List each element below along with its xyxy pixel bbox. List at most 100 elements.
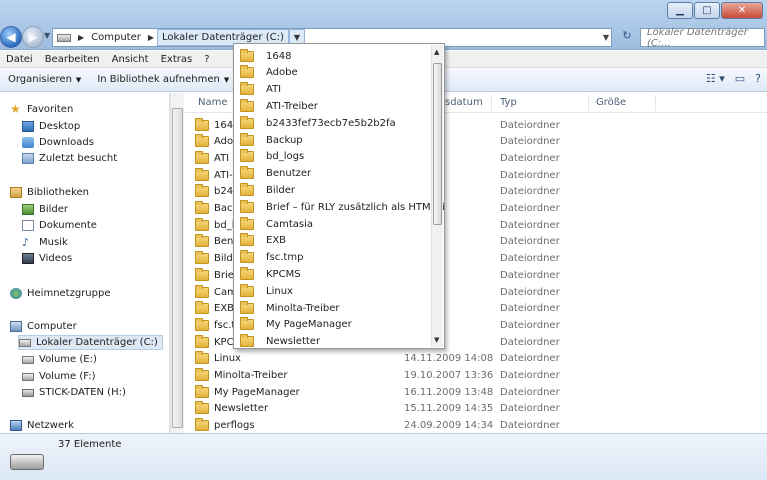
table-row[interactable]: Newsletter 15.11.2009 14:35 Dateiordner (195, 401, 760, 417)
address-history-dropdown-icon[interactable]: ▼ (603, 33, 609, 42)
file-date: 24.09.2009 14:34 (404, 420, 494, 432)
dropdown-item[interactable]: Linux (240, 283, 293, 299)
maximize-button[interactable]: □ (694, 2, 720, 19)
folder-icon (195, 184, 209, 198)
folder-icon (195, 201, 209, 214)
file-type: Dateiordner (500, 386, 560, 398)
forward-button[interactable]: ▶ (22, 26, 44, 48)
nav-scrollbar-thumb[interactable] (172, 108, 183, 428)
nav-drive-e[interactable]: Volume (E:) (22, 352, 97, 367)
dropdown-item[interactable]: ATI-Treiber (240, 98, 318, 114)
close-button[interactable]: ✕ (721, 2, 763, 19)
nav-desktop[interactable]: Desktop (22, 119, 80, 134)
dropdown-item[interactable]: Benutzer (240, 166, 311, 182)
dropdown-item[interactable]: 1648 (240, 48, 291, 64)
dropdown-item[interactable]: Minolta-Treiber (240, 300, 339, 316)
nav-drive-f[interactable]: Volume (F:) (22, 369, 96, 384)
menu-file[interactable]: Datei (0, 54, 39, 65)
breadcrumb-arrow-icon[interactable]: ▶ (145, 33, 157, 42)
details-pane: 37 Elemente (0, 433, 767, 480)
dropdown-scrollbar[interactable]: ▲ ▼ (431, 45, 443, 347)
removable-drive-icon (22, 388, 34, 397)
column-size[interactable]: Größe (596, 97, 626, 108)
recent-pages-dropdown[interactable]: ▼ (44, 31, 50, 40)
nav-scrollbar[interactable] (170, 93, 184, 433)
nav-network-label: Netzwerk (27, 420, 75, 431)
dropdown-scrollbar-thumb[interactable] (433, 63, 442, 225)
videos-icon (22, 253, 34, 264)
dropdown-item[interactable]: Bilder (240, 182, 295, 198)
dropdown-item[interactable]: fsc.tmp (240, 250, 303, 266)
folder-icon (240, 216, 254, 230)
nav-libraries[interactable]: Bibliotheken (10, 185, 89, 200)
nav-recent[interactable]: Zuletzt besucht (22, 151, 117, 166)
dropdown-item[interactable]: EXB (240, 233, 286, 249)
dropdown-item[interactable]: Adobe (240, 65, 298, 81)
table-row[interactable]: perflogs 24.09.2009 14:34 Dateiordner (195, 418, 760, 434)
nav-favorites[interactable]: ★ Favoriten (10, 102, 73, 117)
nav-pictures[interactable]: Bilder (22, 202, 68, 217)
menu-help[interactable]: ? (198, 54, 215, 65)
scroll-up-icon[interactable]: ▲ (434, 48, 439, 56)
dropdown-item[interactable]: Backup (240, 132, 303, 148)
organize-button[interactable]: Organisieren ▼ (0, 74, 89, 85)
nav-homegroup[interactable]: Heimnetzgruppe (10, 286, 111, 301)
desktop-icon (22, 121, 34, 132)
folder-icon (195, 418, 209, 432)
dropdown-item[interactable]: Newsletter (240, 334, 320, 348)
dropdown-item-label: EXB (266, 235, 287, 247)
minimize-button[interactable]: ▁ (667, 2, 693, 19)
breadcrumb-computer[interactable]: Computer (87, 29, 145, 46)
dropdown-item[interactable]: b2433fef73ecb7e5b2b2fa (240, 115, 396, 131)
dropdown-item[interactable]: bd_logs (240, 149, 304, 165)
nav-drive-c-label: Lokaler Datenträger (C:) (36, 337, 158, 348)
file-type: Dateiordner (500, 186, 560, 198)
help-icon[interactable]: ? (755, 72, 761, 85)
include-library-button[interactable]: In Bibliothek aufnehmen ▼ (89, 74, 237, 85)
column-date[interactable]: sdatum (445, 97, 483, 108)
dropdown-item-label: Bilder (266, 184, 296, 196)
table-row[interactable]: Minolta-Treiber 19.10.2007 13:36 Dateiordn… (195, 368, 760, 384)
menu-tools[interactable]: Extras (155, 54, 199, 65)
nav-documents[interactable]: Dokumente (22, 218, 97, 233)
nav-drive-f-label: Volume (F:) (39, 371, 96, 382)
homegroup-icon (10, 288, 22, 299)
nav-drive-h[interactable]: STICK-DATEN (H:) (22, 385, 126, 400)
dropdown-item[interactable]: Brief – für RLY zusätzlich als HTML lie.… (240, 199, 444, 215)
nav-downloads-label: Downloads (39, 137, 94, 148)
nav-downloads[interactable]: Downloads (22, 135, 94, 150)
folder-icon (195, 251, 209, 265)
dropdown-item[interactable]: My PageManager (240, 317, 352, 333)
nav-drive-c[interactable]: Lokaler Datenträger (C:) (18, 335, 163, 350)
preview-pane-icon[interactable]: ▭ (735, 72, 745, 85)
scroll-down-icon[interactable]: ▼ (434, 336, 439, 344)
search-input[interactable]: Lokaler Datenträger (C:... (640, 27, 765, 49)
column-name[interactable]: Name (198, 97, 228, 108)
folder-icon (240, 65, 254, 79)
folder-icon (195, 384, 209, 398)
menu-edit[interactable]: Bearbeiten (39, 54, 106, 65)
column-type[interactable]: Typ (500, 97, 517, 108)
file-name: Linux (214, 353, 241, 365)
folder-dropdown-list: 1648 Adobe ATI ATI-Treiber b2433fef73ecb7e5b… (233, 43, 445, 349)
dropdown-item[interactable]: ATI (240, 82, 281, 98)
dropdown-item-label: 1648 (266, 50, 292, 62)
menu-view[interactable]: Ansicht (106, 54, 155, 65)
nav-computer[interactable]: Computer (10, 319, 77, 334)
table-row[interactable]: My PageManager 16.11.2009 13:48 Dateiordne… (195, 384, 760, 400)
back-button[interactable]: ◀ (0, 26, 22, 48)
nav-music[interactable]: ♪ Musik (22, 235, 68, 250)
refresh-icon[interactable]: ↻ (617, 29, 637, 47)
file-type: Dateiordner (500, 286, 560, 298)
table-row[interactable]: Linux 14.11.2009 14:08 Dateiordner (195, 351, 760, 367)
nav-videos[interactable]: Videos (22, 251, 72, 266)
dropdown-item[interactable]: Camtasia (240, 216, 313, 232)
dropdown-item-label: fsc.tmp (266, 252, 304, 264)
star-icon: ★ (10, 102, 21, 116)
change-view-icon[interactable]: ☷ ▾ (706, 72, 725, 85)
breadcrumb-arrow-icon[interactable]: ▶ (75, 33, 87, 42)
folder-icon (240, 166, 254, 180)
folder-icon (240, 317, 254, 331)
dropdown-item[interactable]: KPCMS (240, 266, 301, 282)
nav-network[interactable]: Netzwerk (10, 418, 74, 433)
